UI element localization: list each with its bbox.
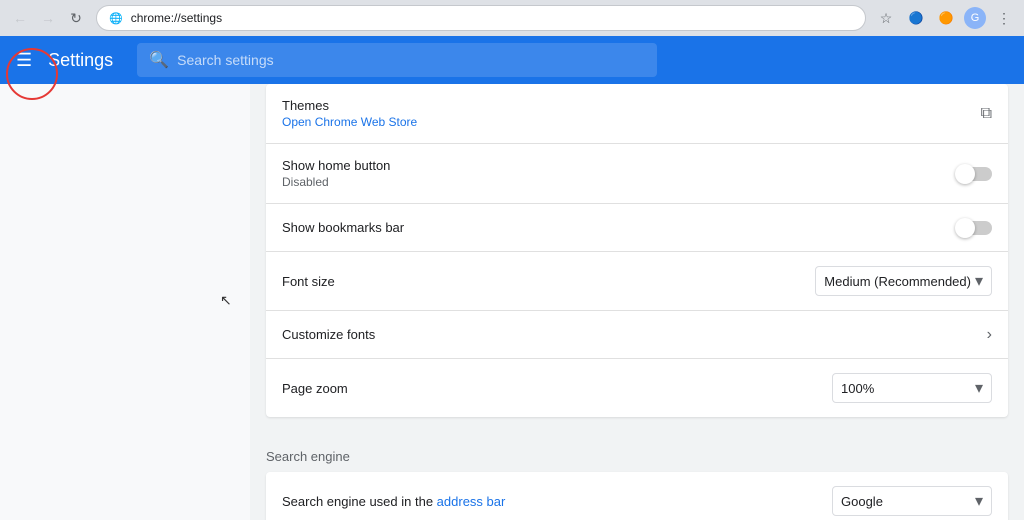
browser-chrome: ← → ↻ 🌐 chrome://settings ☆ 🔵 🟠 G ⋮	[0, 0, 1024, 36]
settings-header: ☰ Settings 🔍	[0, 36, 1024, 84]
page-zoom-label: Page zoom	[282, 381, 348, 396]
page-zoom-arrow-icon: ▾	[975, 378, 983, 398]
search-icon: 🔍	[149, 50, 169, 70]
page-zoom-value: 100%	[841, 381, 874, 396]
font-size-value: Medium (Recommended)	[824, 274, 971, 289]
themes-info: Themes Open Chrome Web Store	[282, 98, 417, 129]
show-bookmarks-bar-row: Show bookmarks bar	[266, 204, 1008, 252]
search-engine-used-row: Search engine used in the address bar Go…	[266, 472, 1008, 520]
customize-fonts-chevron-icon: ›	[987, 326, 992, 344]
settings-title: Settings	[48, 50, 113, 71]
page-zoom-row: Page zoom 100% ▾	[266, 359, 1008, 417]
url-text: chrome://settings	[131, 11, 222, 25]
browser-wrapper: ← → ↻ 🌐 chrome://settings ☆ 🔵 🟠 G ⋮ ☰ Se…	[0, 0, 1024, 520]
menu-icon[interactable]: ☰	[16, 50, 32, 71]
reload-button[interactable]: ↻	[64, 6, 88, 30]
search-engine-section-title: Search engine	[250, 433, 1024, 472]
more-menu-icon[interactable]: ⋮	[992, 6, 1016, 30]
forward-button[interactable]: →	[36, 6, 60, 30]
show-bookmarks-bar-label: Show bookmarks bar	[282, 220, 404, 235]
search-engine-label-prefix: Search engine used in the	[282, 494, 437, 509]
font-size-arrow-icon: ▾	[975, 271, 983, 291]
search-engine-card: Search engine used in the address bar Go…	[266, 472, 1008, 520]
show-home-button-label: Show home button	[282, 158, 390, 173]
main-content: Themes Open Chrome Web Store ⧉ Show home…	[0, 84, 1024, 520]
customize-fonts-label: Customize fonts	[282, 327, 375, 342]
nav-buttons: ← → ↻	[8, 6, 88, 30]
search-engine-arrow-icon: ▾	[975, 491, 983, 511]
address-bar[interactable]: 🌐 chrome://settings	[96, 5, 866, 31]
appearance-card: Themes Open Chrome Web Store ⧉ Show home…	[266, 84, 1008, 417]
themes-row: Themes Open Chrome Web Store ⧉	[266, 84, 1008, 144]
show-bookmarks-bar-toggle[interactable]	[958, 221, 992, 235]
font-size-select[interactable]: Medium (Recommended) ▾	[815, 266, 992, 296]
show-home-button-sublabel: Disabled	[282, 175, 390, 189]
font-size-label: Font size	[282, 274, 335, 289]
show-home-button-toggle[interactable]	[958, 167, 992, 181]
profile-icon-2[interactable]: 🟠	[934, 6, 958, 30]
customize-fonts-row[interactable]: Customize fonts ›	[266, 311, 1008, 359]
search-input[interactable]	[177, 52, 645, 68]
back-button[interactable]: ←	[8, 6, 32, 30]
search-bar: 🔍	[137, 43, 657, 77]
search-engine-value: Google	[841, 494, 883, 509]
search-engine-select[interactable]: Google ▾	[832, 486, 992, 516]
profile-icon-1[interactable]: 🔵	[904, 6, 928, 30]
site-icon: 🌐	[109, 12, 123, 25]
page-zoom-select[interactable]: 100% ▾	[832, 373, 992, 403]
content-area: Themes Open Chrome Web Store ⧉ Show home…	[250, 84, 1024, 520]
themes-label: Themes	[282, 98, 417, 113]
themes-external-link-icon[interactable]: ⧉	[981, 105, 992, 123]
show-home-button-info: Show home button Disabled	[282, 158, 390, 189]
search-engine-used-info: Search engine used in the address bar	[282, 494, 505, 509]
bookmark-icon[interactable]: ☆	[874, 6, 898, 30]
address-bar-link[interactable]: address bar	[437, 494, 506, 509]
show-home-button-row: Show home button Disabled	[266, 144, 1008, 204]
show-bookmarks-bar-info: Show bookmarks bar	[282, 220, 404, 235]
search-engine-used-label: Search engine used in the address bar	[282, 494, 505, 509]
sidebar	[0, 84, 250, 520]
avatar[interactable]: G	[964, 7, 986, 29]
font-size-row: Font size Medium (Recommended) ▾	[266, 252, 1008, 311]
themes-sublabel[interactable]: Open Chrome Web Store	[282, 115, 417, 129]
toolbar-icons: ☆ 🔵 🟠 G ⋮	[874, 6, 1016, 30]
